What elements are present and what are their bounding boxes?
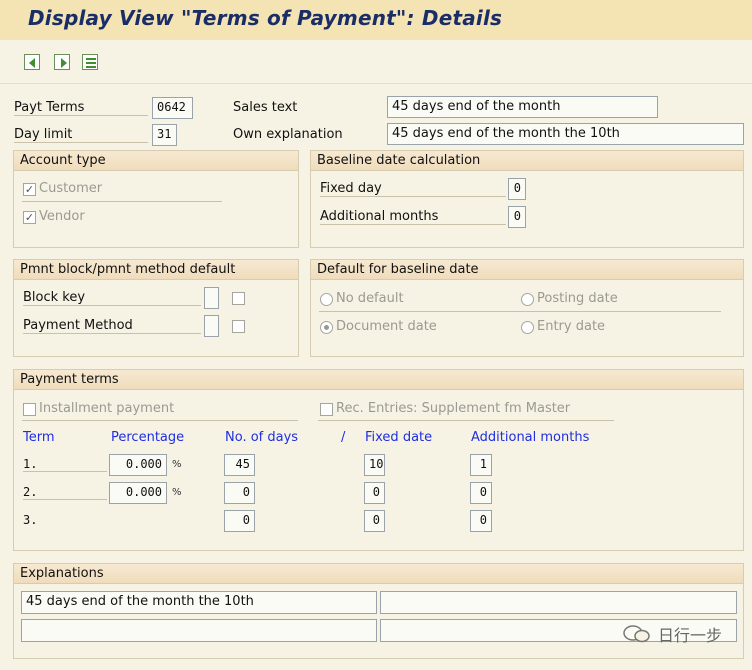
fixed-date-column-header: Fixed date: [365, 430, 433, 445]
entry-date-radio[interactable]: [521, 321, 534, 334]
next-entry-icon[interactable]: [54, 54, 70, 70]
percentage-column-header: Percentage: [111, 430, 185, 445]
payment-method-field[interactable]: [204, 315, 219, 337]
explanations-group: Explanations 45 days end of the month th…: [13, 563, 744, 659]
posting-date-radio[interactable]: [521, 293, 534, 306]
term-column-header: Term: [23, 430, 55, 445]
default-baseline-date-group: Default for baseline date No default Pos…: [310, 259, 744, 357]
additional-months-column-header: Additional months: [471, 430, 590, 445]
watermark-text: 日行一步: [658, 626, 723, 645]
payt-terms-field[interactable]: 0642: [152, 97, 193, 119]
posting-date-label: Posting date: [537, 291, 618, 306]
block-key-label: Block key: [23, 290, 201, 306]
sales-text-field[interactable]: 45 days end of the month: [387, 96, 658, 118]
pmnt-block-group: Pmnt block/pmnt method default Block key…: [13, 259, 299, 357]
document-date-radio[interactable]: [320, 321, 333, 334]
slash-column-header: /: [341, 430, 346, 445]
no-of-days-column-header: No. of days: [225, 430, 299, 445]
pmnt-block-title: Pmnt block/pmnt method default: [14, 260, 298, 280]
explanation-line-3[interactable]: [21, 619, 377, 642]
day-limit-field[interactable]: 31: [152, 124, 177, 146]
days-3-field[interactable]: 0: [224, 510, 255, 532]
select-entry-icon[interactable]: [82, 54, 98, 70]
block-key-field[interactable]: [204, 287, 219, 309]
rec-entries-label: Rec. Entries: Supplement fm Master: [336, 401, 571, 416]
wechat-logo-icon: [623, 625, 650, 643]
payment-method-label: Payment Method: [23, 318, 201, 334]
installment-payment-checkbox[interactable]: [23, 403, 36, 416]
window-title: Display View "Terms of Payment": Details: [28, 6, 503, 30]
entry-date-label: Entry date: [537, 319, 606, 334]
document-date-label: Document date: [336, 319, 437, 334]
days-2-field[interactable]: 0: [224, 482, 255, 504]
title-bar: Display View "Terms of Payment": Details: [0, 0, 752, 40]
own-explanation-label: Own explanation: [233, 127, 343, 142]
own-explanation-field[interactable]: 45 days end of the month the 10th: [387, 123, 744, 145]
additional-months-field[interactable]: 0: [508, 206, 526, 228]
no-default-label: No default: [336, 291, 404, 306]
payment-terms-group: Payment terms Installment payment Rec. E…: [13, 369, 744, 551]
rec-entries-checkbox[interactable]: [320, 403, 333, 416]
no-default-radio[interactable]: [320, 293, 333, 306]
explanations-title: Explanations: [14, 564, 743, 584]
installment-payment-label: Installment payment: [39, 401, 175, 416]
customer-checkbox[interactable]: ✓: [23, 183, 36, 196]
fixed-date-3-field[interactable]: 0: [364, 510, 385, 532]
baseline-date-calculation-group: Baseline date calculation Fixed day 0 Ad…: [310, 150, 744, 248]
previous-entry-icon[interactable]: [24, 54, 40, 70]
additional-months-label: Additional months: [320, 209, 506, 225]
fixed-date-2-field[interactable]: 0: [364, 482, 385, 504]
term-3-label: 3.: [23, 513, 38, 527]
days-1-field[interactable]: 45: [224, 454, 255, 476]
default-baseline-date-title: Default for baseline date: [311, 260, 743, 280]
term-2-label: 2.: [23, 485, 107, 500]
percent-suffix: %: [172, 459, 182, 470]
term-1-label: 1.: [23, 457, 107, 472]
sales-text-label: Sales text: [233, 100, 298, 115]
payment-method-checkbox[interactable]: [232, 320, 245, 333]
block-key-checkbox[interactable]: [232, 292, 245, 305]
vendor-checkbox[interactable]: ✓: [23, 211, 36, 224]
add-months-2-field[interactable]: 0: [470, 482, 492, 504]
fixed-date-1-field[interactable]: 10: [364, 454, 385, 476]
percentage-1-field[interactable]: 0.000: [109, 454, 167, 476]
explanation-line-1[interactable]: 45 days end of the month the 10th: [21, 591, 377, 614]
account-type-title: Account type: [14, 151, 298, 171]
add-months-1-field[interactable]: 1: [470, 454, 492, 476]
percentage-2-field[interactable]: 0.000: [109, 482, 167, 504]
add-months-3-field[interactable]: 0: [470, 510, 492, 532]
percent-suffix: %: [172, 487, 182, 498]
fixed-day-field[interactable]: 0: [508, 178, 526, 200]
vendor-label: Vendor: [39, 209, 85, 224]
account-type-group: Account type ✓ Customer ✓ Vendor: [13, 150, 299, 248]
day-limit-label: Day limit: [14, 127, 148, 143]
explanation-line-2[interactable]: [380, 591, 737, 614]
toolbar: [0, 40, 752, 84]
payment-terms-title: Payment terms: [14, 370, 743, 390]
fixed-day-label: Fixed day: [320, 181, 506, 197]
customer-label: Customer: [39, 181, 103, 196]
payt-terms-label: Payt Terms: [14, 100, 148, 116]
baseline-date-calculation-title: Baseline date calculation: [311, 151, 743, 171]
